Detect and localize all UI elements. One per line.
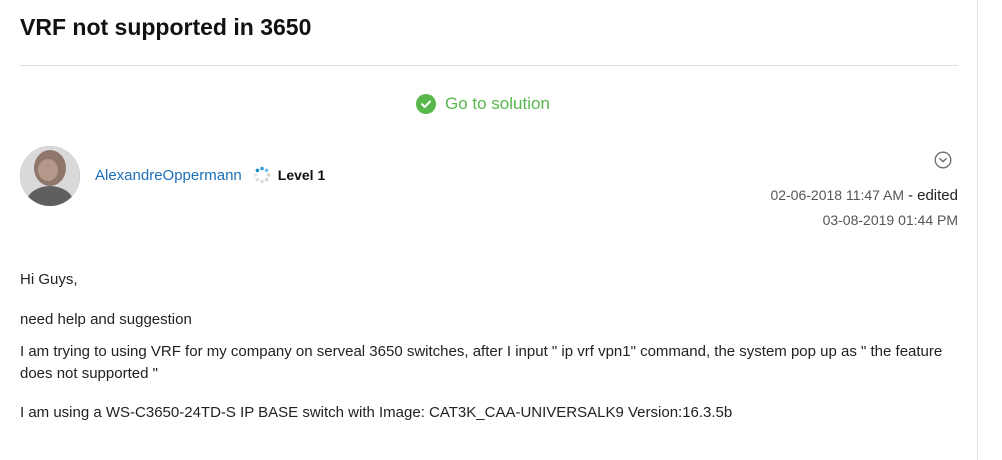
post-body: Hi Guys, need help and suggestion I am t…	[20, 269, 970, 424]
post-options-button[interactable]	[934, 151, 952, 169]
author-rank: Level 1	[277, 167, 326, 183]
body-paragraph: Hi Guys,	[20, 271, 78, 288]
body-paragraph: I am trying to using VRF for my company …	[20, 343, 943, 382]
go-to-solution-link[interactable]: Go to solution	[416, 93, 550, 115]
edited-date: 03-08-2019 01:44 PM	[822, 212, 958, 228]
author-name-link[interactable]: AlexandreOppermann	[95, 167, 242, 184]
author-avatar[interactable]	[20, 146, 80, 206]
posted-date: 02-06-2018 11:47 AM	[770, 187, 905, 203]
edited-label: - edited	[907, 187, 958, 204]
chevron-down-circle-icon	[934, 151, 952, 169]
rank-level-icon	[253, 166, 271, 184]
go-to-solution-label: Go to solution	[445, 94, 550, 113]
post-page: VRF not supported in 3650 Go to solution…	[0, 0, 1002, 460]
post-title: VRF not supported in 3650	[20, 14, 312, 40]
post-dates: 02-06-2018 11:47 AM - edited 03-08-2019 …	[770, 183, 958, 233]
author-info: AlexandreOppermann Level 1	[95, 166, 325, 184]
body-paragraph: need help and suggestion	[20, 311, 192, 328]
title-divider	[20, 65, 958, 66]
content-edge-rule	[977, 0, 978, 460]
check-circle-icon	[416, 94, 436, 114]
body-paragraph: I am using a WS-C3650-24TD-S IP BASE swi…	[20, 404, 733, 421]
